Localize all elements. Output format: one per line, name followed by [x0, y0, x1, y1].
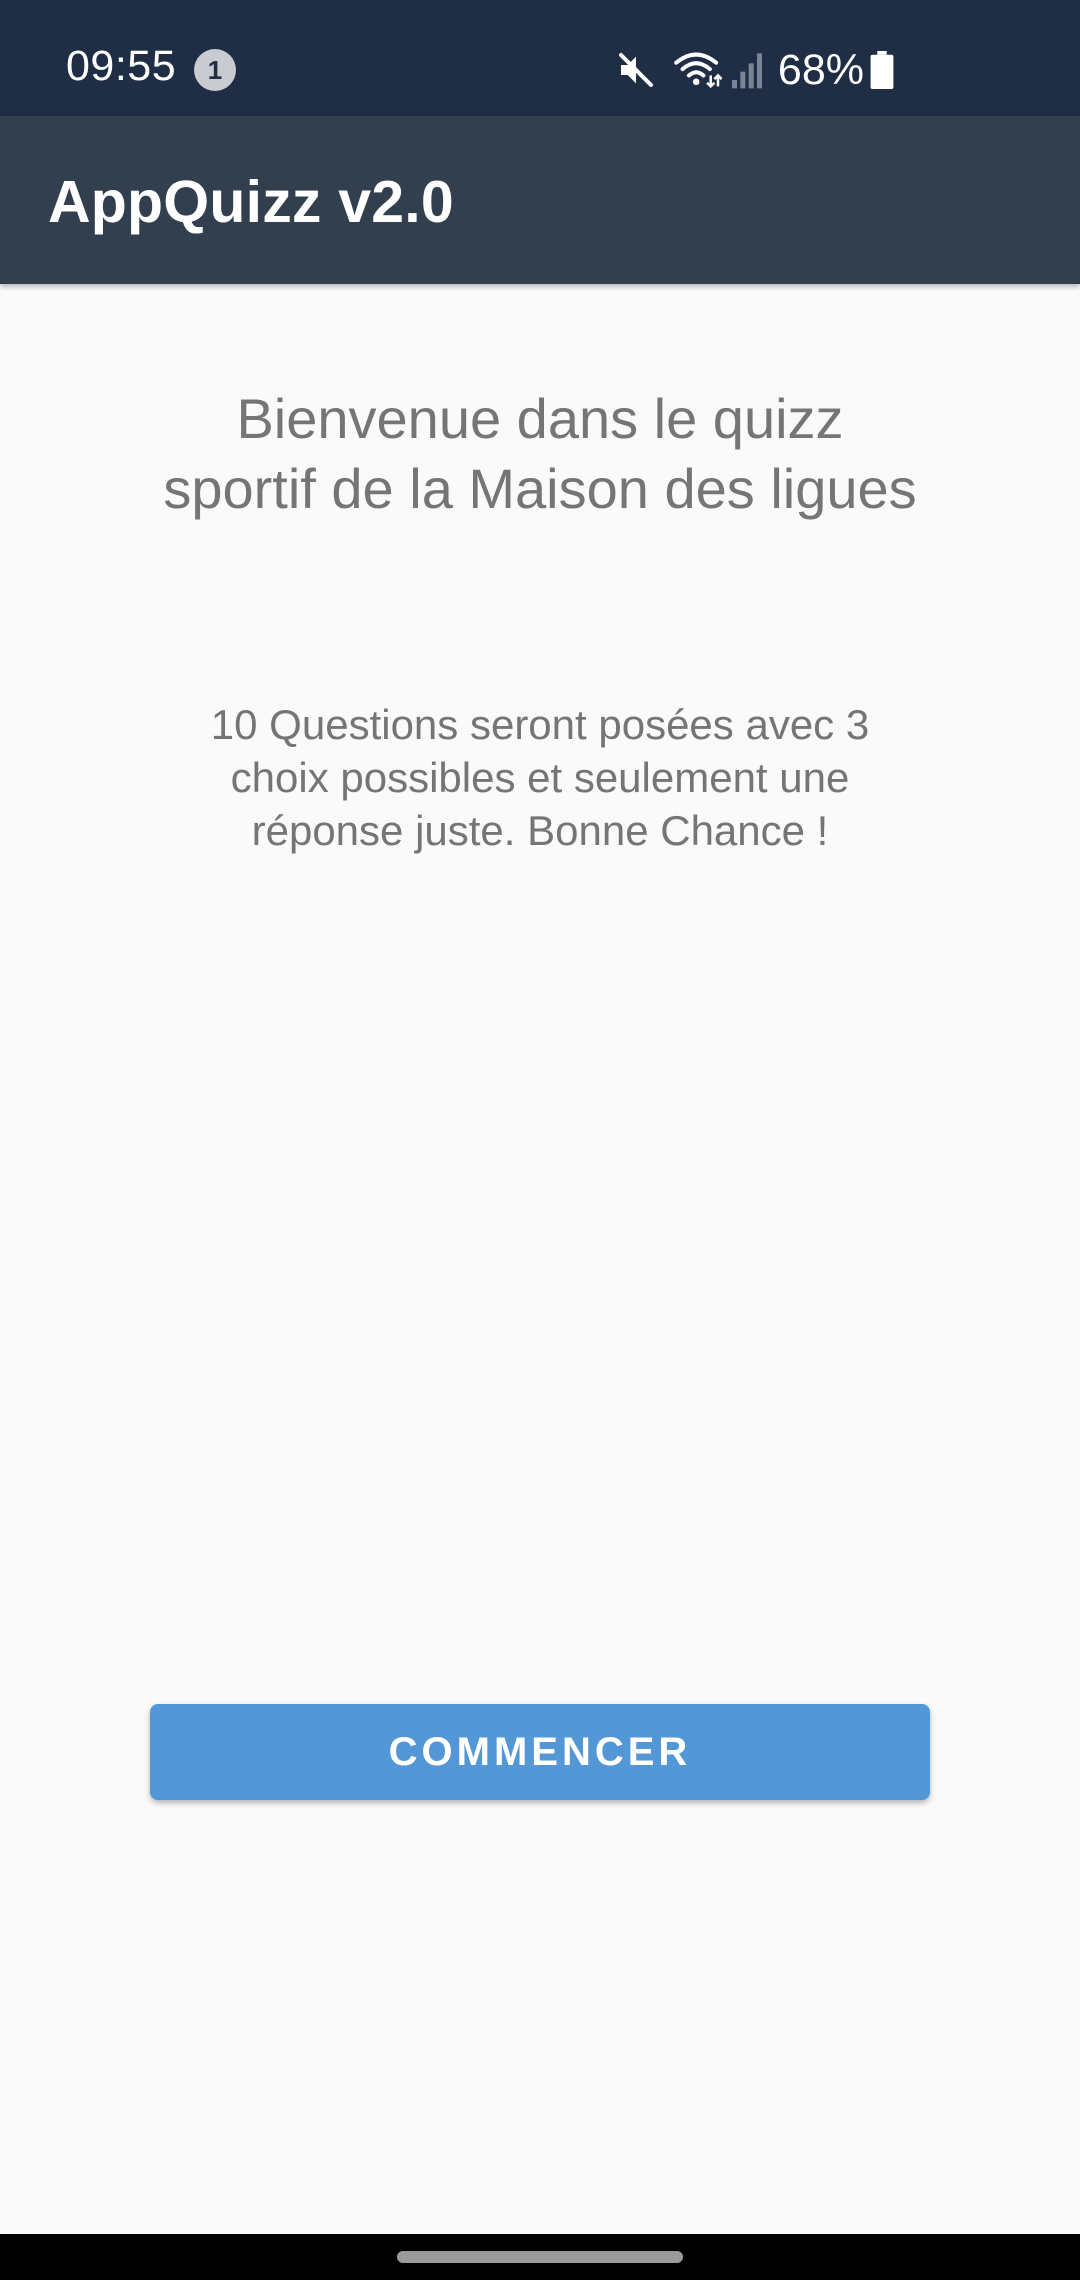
battery-icon — [870, 51, 894, 89]
home-gesture-handle[interactable] — [397, 2251, 683, 2263]
status-time: 09:55 — [66, 42, 177, 90]
status-icons: 68% — [616, 44, 894, 96]
mute-icon — [616, 50, 656, 90]
battery-percent: 68% — [777, 46, 864, 94]
welcome-title: Bienvenue dans le quizz sportif de la Ma… — [163, 387, 917, 520]
app-bar: AppQuizz v2.0 — [0, 116, 1080, 284]
status-bar: 09:55 1 68% — [0, 0, 1080, 116]
navigation-bar — [0, 2234, 1080, 2280]
app-title: AppQuizz v2.0 — [48, 169, 454, 235]
notification-badge: 1 — [194, 49, 236, 91]
quiz-description: 10 Questions seront posées avec 3 choix … — [210, 701, 870, 854]
signal-icon — [730, 50, 764, 90]
wifi-icon — [674, 50, 722, 90]
start-quiz-button[interactable]: COMMENCER — [150, 1704, 930, 1800]
